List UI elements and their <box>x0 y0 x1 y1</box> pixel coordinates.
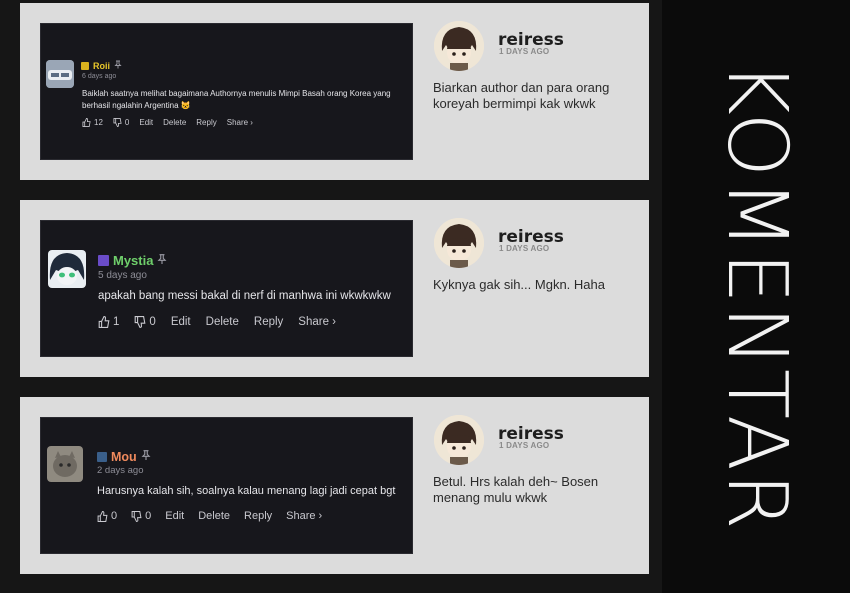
comment-actions: 12 0 Edit Delete Reply Share › <box>82 118 253 127</box>
comment-text: Harusnya kalah sih, soalnya kalau menang… <box>97 485 395 497</box>
reply-timestamp: 1 DAYS AGO <box>499 47 550 56</box>
comment-card: Mou 2 days ago Harusnya kalah sih, soaln… <box>40 417 413 554</box>
comment-text-line: apakah bang messi bakal di nerf di manhw… <box>98 290 391 302</box>
user-badge-icon <box>98 255 109 266</box>
comment-text-line: berhasil ngalahin Argentina 😺 <box>82 101 191 110</box>
dislike-button[interactable]: 0 <box>113 118 129 127</box>
dislike-count: 0 <box>145 510 152 522</box>
pin-icon <box>141 449 151 464</box>
comment-actions: 1 0 Edit Delete Reply Share › <box>98 316 336 328</box>
dislike-button[interactable]: 0 <box>131 510 151 522</box>
comment-header: Mou <box>97 449 151 464</box>
comment-text: apakah bang messi bakal di nerf di manhw… <box>98 290 391 302</box>
comment-timestamp: 6 days ago <box>82 73 117 80</box>
edit-button[interactable]: Edit <box>165 510 184 522</box>
comment-card: Mystia 5 days ago apakah bang messi baka… <box>40 220 413 357</box>
user-badge-icon <box>97 451 107 462</box>
thumbs-down-icon <box>135 316 146 328</box>
commenter-avatar[interactable] <box>46 60 74 88</box>
like-count: 1 <box>113 316 120 328</box>
reply-text: Biarkan author dan para orang koreyah be… <box>433 80 610 111</box>
reply-avatar[interactable] <box>434 415 484 465</box>
delete-button[interactable]: Delete <box>198 510 230 522</box>
delete-button[interactable]: Delete <box>163 118 186 127</box>
reply-timestamp: 1 DAYS AGO <box>499 441 550 450</box>
reply-avatar[interactable] <box>434 218 484 268</box>
commenter-avatar[interactable] <box>48 250 86 288</box>
comment-header: Mystia <box>98 253 167 268</box>
dislike-count: 0 <box>149 316 156 328</box>
edit-button[interactable]: Edit <box>139 118 153 127</box>
like-button[interactable]: 1 <box>98 316 119 328</box>
share-button[interactable]: Share › <box>298 316 336 328</box>
thread-panel: Mou 2 days ago Harusnya kalah sih, soaln… <box>20 397 649 574</box>
comment-card: Roii 6 days ago Baiklah saatnya melihat … <box>40 23 413 160</box>
thumbs-down-icon <box>131 510 142 522</box>
edit-button[interactable]: Edit <box>171 316 191 328</box>
avatar-image <box>47 446 83 482</box>
thumbs-up-icon <box>82 118 91 127</box>
side-title: KOMENTAR <box>708 61 804 532</box>
reply-text: Kyknya gak sih... Mgkn. Haha <box>433 277 605 292</box>
reply-timestamp: 1 DAYS AGO <box>499 244 550 253</box>
comment-username[interactable]: Mou <box>111 450 137 464</box>
comment-timestamp: 5 days ago <box>98 270 147 281</box>
avatar-image <box>434 21 484 71</box>
delete-button[interactable]: Delete <box>206 316 239 328</box>
pin-icon <box>114 60 122 71</box>
reply-text: Betul. Hrs kalah deh~ Bosen menang mulu … <box>433 474 599 505</box>
like-count: 12 <box>94 118 103 127</box>
thumbs-up-icon <box>98 316 110 328</box>
comment-username[interactable]: Roii <box>93 61 110 71</box>
comment-text: Baiklah saatnya melihat bagaimana Author… <box>82 88 391 112</box>
comment-header: Roii <box>81 60 122 71</box>
comment-text-line: Harusnya kalah sih, soalnya kalau menang… <box>97 485 396 497</box>
avatar-image <box>434 218 484 268</box>
comment-text-line: Baiklah saatnya melihat bagaimana Author… <box>82 89 391 98</box>
reply-button[interactable]: Reply <box>196 118 216 127</box>
comment-actions: 0 0 Edit Delete Reply Share › <box>97 510 322 522</box>
thread-panel: Mystia 5 days ago apakah bang messi baka… <box>20 200 649 377</box>
comment-username[interactable]: Mystia <box>113 253 153 268</box>
comment-timestamp: 2 days ago <box>97 465 144 476</box>
thread-panel: Roii 6 days ago Baiklah saatnya melihat … <box>20 3 649 180</box>
side-title-container: KOMENTAR <box>662 0 850 593</box>
reply-button[interactable]: Reply <box>254 316 283 328</box>
avatar-image <box>46 60 74 88</box>
avatar-image <box>48 250 86 288</box>
avatar-image <box>434 415 484 465</box>
like-button[interactable]: 0 <box>97 510 117 522</box>
commenter-avatar[interactable] <box>47 446 83 482</box>
reply-button[interactable]: Reply <box>244 510 272 522</box>
dislike-count: 0 <box>124 118 130 127</box>
thumbs-down-icon <box>113 118 122 127</box>
like-count: 0 <box>111 510 118 522</box>
pin-icon <box>157 253 167 268</box>
share-button[interactable]: Share › <box>227 118 253 127</box>
reply-avatar[interactable] <box>434 21 484 71</box>
dislike-button[interactable]: 0 <box>134 316 156 328</box>
like-button[interactable]: 12 <box>82 118 103 127</box>
share-button[interactable]: Share › <box>286 510 322 522</box>
user-badge-icon <box>81 61 89 70</box>
thumbs-up-icon <box>97 510 108 522</box>
